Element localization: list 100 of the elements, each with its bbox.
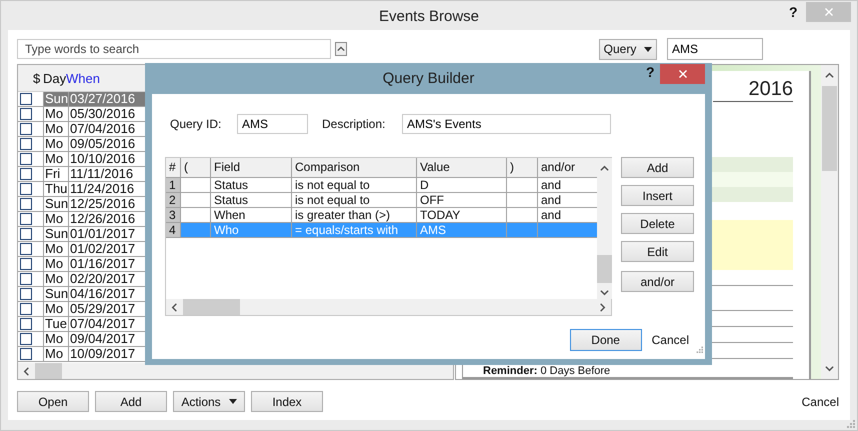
vertical-scrollbar[interactable]: [597, 158, 612, 299]
cancel-link[interactable]: Cancel: [652, 333, 689, 347]
horizontal-scrollbar[interactable]: [166, 299, 611, 315]
checkbox[interactable]: [20, 183, 32, 195]
column-header[interactable]: $: [33, 70, 43, 86]
resize-grip-icon[interactable]: [845, 418, 855, 428]
grid-row[interactable]: 2 Status is not equal to OFF and: [166, 193, 597, 208]
table-cell: When: [211, 208, 292, 222]
table-cell: D: [417, 178, 507, 192]
table-cell: Mo: [43, 302, 68, 316]
column-header[interactable]: and/or: [538, 158, 597, 177]
checkbox[interactable]: [20, 123, 32, 135]
checkbox[interactable]: [20, 303, 32, 315]
button[interactable]: and/or: [621, 271, 694, 292]
horizontal-scrollbar[interactable]: [18, 363, 453, 379]
chevron-left-icon: [170, 302, 179, 312]
scrollbar-thumb[interactable]: [597, 255, 612, 283]
table-cell: is greater than (>): [292, 208, 417, 222]
table-cell: Thu: [43, 182, 68, 196]
table-cell: Who: [211, 223, 292, 237]
table-cell: 3: [166, 208, 181, 222]
checkbox[interactable]: [20, 348, 32, 360]
grid-row[interactable]: 4 Who = equals/starts with AMS: [166, 223, 597, 238]
dropdown-icon: [644, 46, 652, 52]
description-field[interactable]: AMS's Events: [402, 114, 611, 134]
table-cell-text: and: [540, 193, 562, 207]
table-cell: AMS: [417, 223, 507, 237]
button[interactable]: Add: [621, 157, 694, 178]
column-header[interactable]: Comparison: [292, 158, 417, 177]
vertical-scrollbar[interactable]: [821, 65, 838, 379]
scrollbar-thumb[interactable]: [822, 86, 837, 171]
cancel-link[interactable]: Cancel: [802, 394, 839, 408]
table-cell: Mo: [43, 152, 68, 166]
query-id-field[interactable]: AMS: [237, 114, 308, 134]
checkbox[interactable]: [20, 198, 32, 210]
search-field[interactable]: Type words to search: [17, 39, 331, 59]
year-label: 2016: [748, 78, 793, 101]
field-label: Query ID:: [170, 117, 222, 131]
table-cell: 2: [166, 193, 181, 207]
checkbox[interactable]: [20, 273, 32, 285]
resize-grip-icon[interactable]: [695, 345, 703, 353]
scrollbar-thumb[interactable]: [183, 299, 240, 315]
checkbox[interactable]: [20, 93, 32, 105]
column-header[interactable]: Value: [417, 158, 507, 177]
close-button[interactable]: [660, 64, 705, 84]
checkbox[interactable]: [20, 168, 32, 180]
table-cell: 4: [166, 223, 181, 237]
table-cell: = equals/starts with: [292, 223, 417, 237]
table-cell: Mo: [43, 257, 68, 271]
checkbox[interactable]: [20, 108, 32, 120]
button[interactable]: Add: [95, 391, 167, 412]
table-cell-text: and: [540, 178, 562, 192]
column-header[interactable]: ): [507, 158, 538, 177]
button[interactable]: Open: [17, 391, 89, 412]
checkbox[interactable]: [20, 153, 32, 165]
table-cell: Mo: [43, 122, 68, 136]
checkbox[interactable]: [20, 138, 32, 150]
table-cell: TODAY: [417, 208, 507, 222]
table-cell: Mo: [43, 137, 68, 151]
table-cell: is not equal to: [292, 193, 417, 207]
button[interactable]: Insert: [621, 185, 694, 206]
table-cell: OFF: [417, 193, 507, 207]
help-button[interactable]: ?: [789, 4, 798, 20]
table-cell: Mo: [43, 212, 68, 226]
query-field[interactable]: AMS: [667, 38, 763, 60]
table-cell: Mo: [43, 347, 68, 361]
table-cell: Mo: [43, 242, 68, 256]
query-button[interactable]: Query: [599, 38, 657, 60]
dialog-title: Query Builder: [382, 70, 474, 87]
button[interactable]: Delete: [621, 213, 694, 234]
checkbox[interactable]: [20, 213, 32, 225]
column-header[interactable]: #: [166, 158, 181, 177]
column-header[interactable]: Day: [43, 70, 66, 86]
checkbox[interactable]: [20, 243, 32, 255]
button[interactable]: Edit: [621, 241, 694, 262]
table-cell: 1: [166, 178, 181, 192]
column-header[interactable]: When: [66, 70, 146, 86]
grid-row[interactable]: 1 Status is not equal to D and: [166, 178, 597, 193]
table-cell: Sun: [43, 287, 68, 301]
button[interactable]: Index: [251, 391, 323, 412]
scrollbar-thumb[interactable]: [35, 363, 62, 379]
column-header[interactable]: (: [181, 158, 211, 177]
column-header[interactable]: Field: [211, 158, 292, 177]
checkbox[interactable]: [20, 318, 32, 330]
chevron-up-icon: [825, 71, 834, 80]
chevron-left-icon: [22, 366, 31, 376]
help-button[interactable]: ?: [646, 64, 655, 80]
checkbox[interactable]: [20, 288, 32, 300]
checkbox[interactable]: [20, 228, 32, 240]
done-button[interactable]: Done: [570, 329, 642, 351]
table-cell: Sun: [43, 227, 68, 241]
collapse-button[interactable]: [335, 42, 347, 56]
field-label: Description:: [322, 117, 386, 131]
checkbox[interactable]: [20, 258, 32, 270]
chevron-down-icon: [825, 364, 834, 373]
table-cell: Mo: [43, 107, 68, 121]
checkbox[interactable]: [20, 333, 32, 345]
menu-button[interactable]: Actions: [173, 391, 245, 412]
table-cell: Mo: [43, 332, 68, 346]
close-icon: [678, 69, 688, 79]
